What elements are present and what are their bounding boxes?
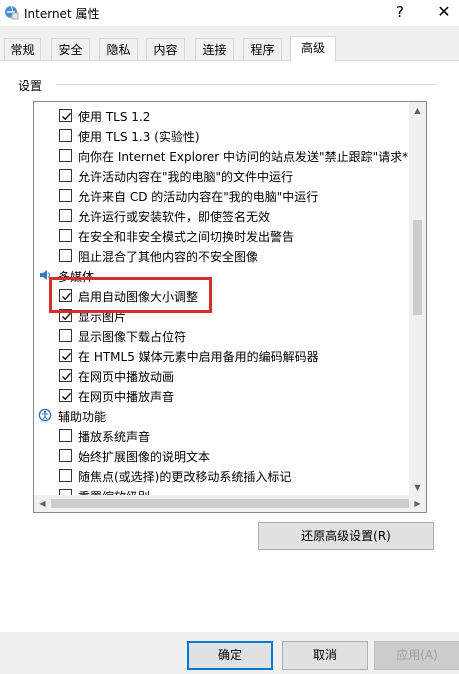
setting-row[interactable]: 始终扩展图像的说明文本	[34, 445, 410, 465]
checkbox-unchecked[interactable]	[59, 429, 72, 442]
checkbox-unchecked[interactable]	[59, 229, 72, 242]
checkbox-checked[interactable]	[59, 389, 72, 402]
setting-row[interactable]: 允许运行或安装软件，即使签名无效	[34, 205, 410, 225]
setting-row[interactable]: 向你在 Internet Explorer 中访问的站点发送"禁止跟踪"请求*	[34, 145, 410, 165]
setting-row[interactable]: 使用 TLS 1.2	[34, 105, 410, 125]
help-button[interactable]: ?	[388, 2, 412, 22]
category-row: 辅助功能	[34, 405, 410, 425]
setting-row[interactable]: 显示图像下载占位符	[34, 325, 410, 345]
category-label: 辅助功能	[58, 410, 107, 424]
checkbox-checked[interactable]	[59, 109, 72, 122]
setting-row[interactable]: 播放系统声音	[34, 425, 410, 445]
setting-label: 允许运行或安装软件，即使签名无效	[78, 210, 271, 224]
setting-label: 显示图像下载占位符	[78, 330, 187, 344]
internet-explorer-icon	[3, 4, 19, 20]
close-button[interactable]: ✕	[432, 2, 456, 22]
advanced-panel: 设置 使用 TLS 1.2 使用 TLS 1.3 (实验性) 向你在 Interne…	[0, 60, 459, 632]
setting-row[interactable]: 在网页中播放动画	[34, 365, 410, 385]
setting-label: 在网页中播放动画	[78, 370, 175, 384]
checkbox-checked[interactable]	[59, 349, 72, 362]
setting-label: 阻止混合了其他内容的不安全图像	[78, 250, 259, 264]
horizontal-scroll-thumb[interactable]	[51, 499, 409, 508]
title-bar: Internet 属性 ? ✕	[0, 0, 459, 26]
scroll-up-icon[interactable]: ▲	[409, 102, 426, 119]
settings-group-label: 设置	[18, 79, 43, 93]
setting-label: 向你在 Internet Explorer 中访问的站点发送"禁止跟踪"请求*	[78, 150, 409, 164]
setting-row[interactable]: 在网页中播放声音	[34, 385, 410, 405]
setting-label: 允许来自 CD 的活动内容在"我的电脑"中运行	[78, 190, 319, 204]
setting-label: 在安全和非安全模式之间切换时发出警告	[78, 230, 295, 244]
checkbox-unchecked[interactable]	[59, 149, 72, 162]
checkbox-unchecked[interactable]	[59, 329, 72, 342]
setting-row[interactable]: 阻止混合了其他内容的不安全图像	[34, 245, 410, 265]
vertical-scrollbar[interactable]: ▲ ▼	[409, 102, 426, 496]
tab-advanced[interactable]: 高级	[290, 36, 336, 62]
vertical-scroll-thumb[interactable]	[413, 220, 422, 315]
tab-privacy[interactable]: 隐私	[99, 38, 138, 61]
scroll-down-icon[interactable]: ▼	[409, 479, 426, 496]
setting-row[interactable]: 允许来自 CD 的活动内容在"我的电脑"中运行	[34, 185, 410, 205]
checkbox-unchecked[interactable]	[59, 189, 72, 202]
tab-content[interactable]: 内容	[146, 38, 185, 61]
checkbox-unchecked[interactable]	[59, 469, 72, 482]
tab-general[interactable]: 常规	[4, 38, 41, 61]
cancel-button[interactable]: 取消	[282, 641, 368, 670]
apply-button: 应用(A)	[374, 641, 459, 670]
accessibility-icon	[38, 408, 52, 422]
checkbox-checked[interactable]	[59, 369, 72, 382]
checkbox-unchecked[interactable]	[59, 169, 72, 182]
setting-label: 使用 TLS 1.2	[78, 110, 151, 124]
group-divider	[56, 84, 436, 85]
restore-advanced-settings-button[interactable]: 还原高级设置(R)	[258, 522, 434, 550]
checkbox-unchecked[interactable]	[59, 209, 72, 222]
scroll-right-icon[interactable]: ▶	[409, 495, 426, 512]
setting-row[interactable]: 随焦点(或选择)的更改移动系统插入标记	[34, 465, 410, 485]
setting-row[interactable]: 在 HTML5 媒体元素中启用备用的编码解码器	[34, 345, 410, 365]
tab-connections[interactable]: 连接	[195, 38, 234, 61]
tab-security[interactable]: 安全	[51, 38, 90, 61]
highlight-box	[49, 277, 212, 313]
setting-label: 随焦点(或选择)的更改移动系统插入标记	[78, 470, 292, 484]
window-title: Internet 属性	[24, 7, 100, 21]
setting-label: 在网页中播放声音	[78, 390, 175, 404]
setting-label: 允许活动内容在"我的电脑"的文件中运行	[78, 170, 294, 184]
setting-row[interactable]: 在安全和非安全模式之间切换时发出警告	[34, 225, 410, 245]
tab-strip: 常规 安全 隐私 内容 连接 程序 高级	[0, 36, 459, 62]
setting-row[interactable]: 允许活动内容在"我的电脑"的文件中运行	[34, 165, 410, 185]
ok-button[interactable]: 确定	[187, 641, 273, 670]
setting-label: 始终扩展图像的说明文本	[78, 450, 211, 464]
checkbox-unchecked[interactable]	[59, 449, 72, 462]
setting-label: 在 HTML5 媒体元素中启用备用的编码解码器	[78, 350, 319, 364]
horizontal-scrollbar[interactable]: ◀ ▶	[34, 495, 426, 512]
setting-row[interactable]: 使用 TLS 1.3 (实验性)	[34, 125, 410, 145]
setting-label: 使用 TLS 1.3 (实验性)	[78, 130, 200, 144]
checkbox-unchecked[interactable]	[59, 249, 72, 262]
tab-programs[interactable]: 程序	[243, 38, 282, 61]
scroll-left-icon[interactable]: ◀	[34, 495, 51, 512]
setting-label: 播放系统声音	[78, 430, 151, 444]
checkbox-unchecked[interactable]	[59, 129, 72, 142]
